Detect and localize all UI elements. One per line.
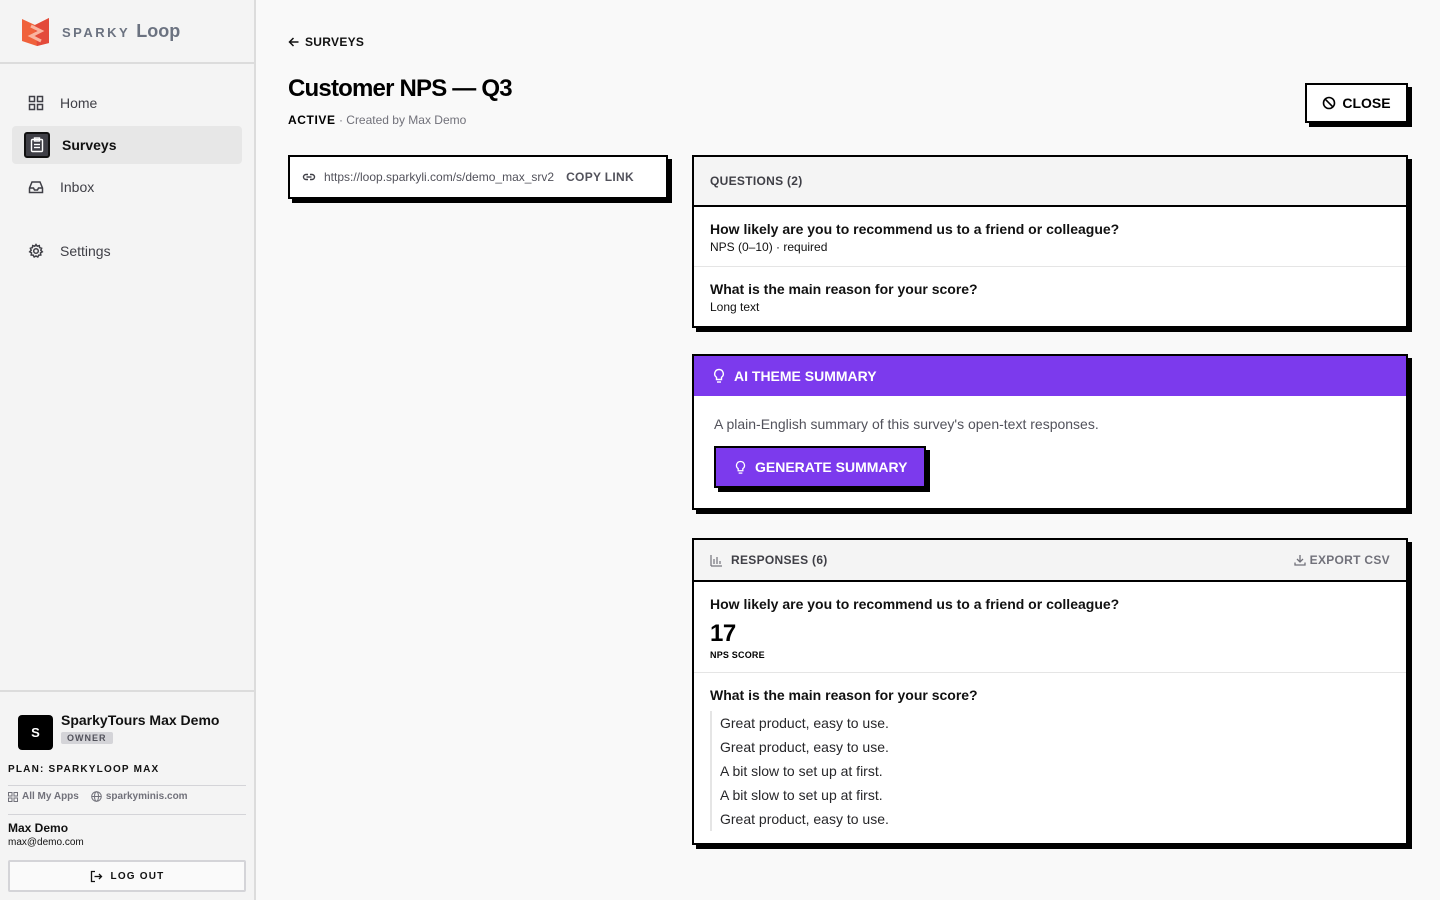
share-link-box: https://loop.sparkyli.com/s/demo_max_srv… [288,155,668,199]
globe-icon [91,791,102,802]
site-label: sparkyminis.com [105,791,188,802]
brand-loop-text: Loop [136,20,181,41]
brand-sparky-text: SPARKY [62,24,131,40]
export-csv-button[interactable]: EXPORT CSV [1293,553,1390,567]
copy-link-button[interactable]: COPY LINK [566,170,634,184]
status-badge: ACTIVE [288,113,336,127]
sidebar-nav: Home Surveys Inbox Settings [0,64,254,270]
question-text: How likely are you to recommend us to a … [710,221,1120,237]
ban-icon [1323,96,1336,110]
role-badge: OWNER [61,732,113,744]
share-url[interactable]: https://loop.sparkyli.com/s/demo_max_srv… [324,170,554,184]
nps-score-value: 17 [710,620,736,647]
close-label: CLOSE [1342,95,1391,111]
sidebar-item-inbox[interactable]: Inbox [12,168,242,206]
questions-card: QUESTIONS (2) How likely are you to reco… [692,155,1408,328]
text-response-block: What is the main reason for your score? … [694,673,1406,843]
question-item: What is the main reason for your score? … [694,267,1406,326]
close-survey-button[interactable]: CLOSE [1305,83,1408,123]
grid-icon [8,791,18,802]
page-title: Customer NPS — Q3 [288,75,513,102]
arrow-left-icon [288,37,299,47]
ai-summary-header: AI THEME SUMMARY [694,356,1406,396]
sidebar-item-home[interactable]: Home [12,84,242,122]
responses-card: RESPONSES (6) EXPORT CSV How likely are … [692,538,1408,845]
sidebar-item-label: Surveys [62,137,117,153]
question-meta: NPS (0–10) · required [710,240,828,254]
sidebar-item-settings[interactable]: Settings [12,232,242,270]
link-icon [302,173,316,181]
site-link[interactable]: sparkyminis.com [91,791,188,802]
question-text: How likely are you to recommend us to a … [710,596,1120,612]
lightbulb-icon [735,460,746,474]
answer-list: Great product, easy to use. Great produc… [710,711,1390,831]
all-apps-label: All My Apps [22,791,79,802]
question-text: What is the main reason for your score? [710,281,978,297]
user-email: max@demo.com [8,837,84,848]
all-apps-link[interactable]: All My Apps [8,791,79,802]
bar-chart-icon [710,554,722,567]
user-name: Max Demo [8,821,69,835]
answer-item: Great product, easy to use. [710,807,1390,831]
responses-title: RESPONSES (6) [731,553,828,567]
sidebar-item-label: Inbox [60,179,95,195]
grid-icon [24,91,48,115]
answer-item: A bit slow to set up at first. [710,783,1390,807]
generate-summary-button[interactable]: GENERATE SUMMARY [714,446,926,488]
org-name: SparkyTours Max Demo [61,712,220,728]
sidebar-item-label: Home [60,95,98,111]
gear-icon [24,239,48,263]
question-meta: Long text [710,300,760,314]
plan-label: PLAN: SPARKYLOOP MAX [8,764,246,786]
generate-summary-label: GENERATE SUMMARY [755,459,908,475]
responses-header: RESPONSES (6) EXPORT CSV [694,540,1406,582]
footer-links: All My Apps sparkyminis.com [8,786,246,815]
sparky-logo-icon [19,15,52,48]
sidebar: SPARKY Loop Home Surveys Inbox Settings … [0,0,256,900]
org-switcher[interactable]: S SparkyTours Max Demo OWNER [8,712,246,750]
sidebar-item-label: Settings [60,243,111,259]
question-item: How likely are you to recommend us to a … [694,207,1406,267]
back-to-surveys-link[interactable]: SURVEYS [288,35,364,49]
question-text: What is the main reason for your score? [710,687,978,703]
nps-response-block: How likely are you to recommend us to a … [694,582,1406,673]
main-content: SURVEYS Customer NPS — Q3 ACTIVE · Creat… [256,0,1440,900]
logout-icon [90,870,102,882]
ai-summary-description: A plain-English summary of this survey's… [714,416,1099,432]
answer-item: A bit slow to set up at first. [710,759,1390,783]
sidebar-item-surveys[interactable]: Surveys [12,126,242,164]
lightbulb-icon [714,368,724,383]
back-label: SURVEYS [305,35,365,49]
logout-button[interactable]: LOG OUT [8,860,246,892]
export-csv-label: EXPORT CSV [1309,553,1390,567]
inbox-icon [24,175,48,199]
clipboard-icon [24,132,50,158]
download-icon [1293,555,1306,566]
sidebar-account: S SparkyTours Max Demo OWNER PLAN: SPARK… [0,690,254,900]
avatar: S [18,715,53,750]
questions-header: QUESTIONS (2) [694,157,1406,207]
ai-summary-card: AI THEME SUMMARY A plain-English summary… [692,354,1408,510]
created-by: · Created by Max Demo [335,113,467,127]
brand[interactable]: SPARKY Loop [0,0,254,64]
answer-item: Great product, easy to use. [710,711,1390,735]
answer-item: Great product, easy to use. [710,735,1390,759]
ai-summary-title: AI THEME SUMMARY [734,368,877,384]
logout-label: LOG OUT [110,870,165,882]
survey-subline: ACTIVE · Created by Max Demo [288,113,466,127]
nps-score-label: NPS SCORE [710,650,765,660]
